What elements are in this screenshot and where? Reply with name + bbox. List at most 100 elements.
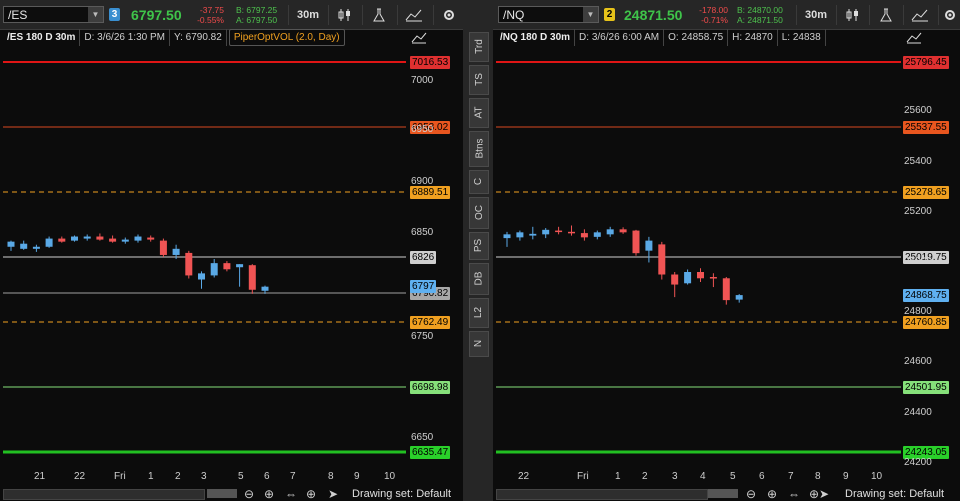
time-axis[interactable]: 22 Fri 1 2 3 4 5 6 7 8 9 10 <box>493 466 960 486</box>
crosshair-icon[interactable]: ⊕ <box>306 487 316 501</box>
candle-body[interactable] <box>20 243 28 249</box>
side-tab-trd[interactable]: Trd <box>469 32 489 62</box>
candle-body[interactable] <box>159 240 167 255</box>
candle-body[interactable] <box>684 272 692 284</box>
last-price-tag: 6797 <box>410 280 437 293</box>
symbol-input[interactable]: /NQ ▼ <box>498 6 599 23</box>
side-tab-ts[interactable]: TS <box>469 65 489 95</box>
candle-body[interactable] <box>147 237 155 240</box>
chevron-down-icon[interactable]: ▼ <box>88 7 103 22</box>
side-tab-l2[interactable]: L2 <box>469 298 489 328</box>
side-tab-n[interactable]: N <box>469 331 489 357</box>
zoom-fit-icon[interactable]: ⇔ <box>788 487 800 501</box>
chevron-down-icon[interactable]: ▼ <box>583 7 598 22</box>
horizontal-scrollbar[interactable] <box>3 489 205 500</box>
y-axis-label: 24600 <box>904 356 932 368</box>
drawings-icon[interactable] <box>903 5 936 25</box>
scrollbar-thumb[interactable] <box>708 489 738 498</box>
candle-body[interactable] <box>619 229 627 233</box>
side-tab-ps[interactable]: PS <box>469 232 489 260</box>
settings-icon[interactable] <box>938 5 960 25</box>
bid-value: B: 24870.00 <box>737 5 783 15</box>
candle-body[interactable] <box>172 248 180 255</box>
settings-icon[interactable] <box>433 5 464 25</box>
drawing-set-label[interactable]: Drawing set: Default <box>352 488 451 500</box>
candle-body[interactable] <box>185 252 193 276</box>
candle-body[interactable] <box>121 239 129 242</box>
candle-body[interactable] <box>580 233 588 238</box>
candle-body[interactable] <box>593 232 601 237</box>
candle-body[interactable] <box>555 230 563 233</box>
ohlc-open: O: 24858.75 <box>664 29 729 46</box>
side-tab-c[interactable]: C <box>469 170 489 194</box>
candle-body[interactable] <box>83 236 91 239</box>
candle-body[interactable] <box>722 278 730 301</box>
price-plot[interactable] <box>493 46 960 466</box>
candle-body[interactable] <box>109 238 117 242</box>
candle-body[interactable] <box>58 238 66 242</box>
candle-body[interactable] <box>223 263 231 270</box>
candle-body[interactable] <box>71 236 78 241</box>
candle-body[interactable] <box>542 229 550 235</box>
drawing-tool-icon[interactable] <box>411 31 427 44</box>
candle-body[interactable] <box>709 277 717 279</box>
price-plot[interactable] <box>0 46 463 466</box>
scrollbar-thumb[interactable] <box>207 489 237 498</box>
zoom-fit-icon[interactable]: ⇔ <box>285 487 297 501</box>
crosshair-icon[interactable]: ⊕ <box>809 487 819 501</box>
x-axis-label: 6 <box>264 471 270 482</box>
symbol-input[interactable]: /ES ▼ <box>3 6 104 23</box>
candle-body[interactable] <box>32 246 40 249</box>
candle-body[interactable] <box>134 236 142 241</box>
candle-style-icon[interactable] <box>836 5 869 25</box>
candle-body[interactable] <box>568 231 575 234</box>
cursor-icon[interactable]: ➤ <box>819 487 829 501</box>
study-label[interactable]: PiperOptVOL (2.0, Day) <box>228 29 345 46</box>
cursor-icon[interactable]: ➤ <box>328 487 338 501</box>
candle-body[interactable] <box>198 273 205 280</box>
link-badge[interactable]: 2 <box>604 8 615 21</box>
zoom-out-icon[interactable]: ⊖ <box>746 487 756 501</box>
ohlc-high: H: 24870 <box>728 29 778 46</box>
studies-flask-icon[interactable] <box>869 5 902 25</box>
drawing-tool-icon[interactable] <box>906 31 922 44</box>
zoom-out-icon[interactable]: ⊖ <box>244 487 254 501</box>
x-axis-label: 8 <box>328 471 334 482</box>
studies-flask-icon[interactable] <box>362 5 395 25</box>
candle-body[interactable] <box>516 232 524 238</box>
drawings-icon[interactable] <box>397 5 430 25</box>
candle-body[interactable] <box>236 264 244 268</box>
side-tab-btns[interactable]: Btns <box>469 131 489 167</box>
chart-toolbar: /NQ ▼ 2 24871.50 -178.00 -0.71% B: 24870… <box>493 0 960 30</box>
candle-body[interactable] <box>606 229 614 235</box>
zoom-in-icon[interactable]: ⊕ <box>264 487 274 501</box>
horizontal-scrollbar[interactable] <box>496 489 708 500</box>
candle-body[interactable] <box>96 236 104 240</box>
time-axis[interactable]: 21 22 Fri 1 2 3 5 6 7 8 9 10 <box>0 466 463 486</box>
candle-body[interactable] <box>735 295 743 300</box>
side-tab-at[interactable]: AT <box>469 98 489 128</box>
candle-body[interactable] <box>671 274 679 285</box>
ask-value: A: 6797.50 <box>236 15 278 25</box>
candle-body[interactable] <box>210 263 218 276</box>
candle-body[interactable] <box>697 272 704 279</box>
candle-body[interactable] <box>248 265 256 290</box>
candle-body[interactable] <box>632 230 640 254</box>
link-badge[interactable]: 3 <box>109 8 120 21</box>
side-tab-db[interactable]: DB <box>469 263 489 295</box>
side-tab-oc[interactable]: OC <box>469 197 489 229</box>
candle-body[interactable] <box>658 244 666 275</box>
candle-body[interactable] <box>45 238 53 247</box>
zoom-in-icon[interactable]: ⊕ <box>767 487 777 501</box>
candle-body[interactable] <box>7 241 15 247</box>
drawing-set-label[interactable]: Drawing set: Default <box>845 488 944 500</box>
net-change-value: -178.00 <box>699 5 728 15</box>
timeframe-button[interactable]: 30m <box>288 5 327 25</box>
candle-style-icon[interactable] <box>328 5 361 25</box>
candle-body[interactable] <box>645 240 653 251</box>
candle-body[interactable] <box>261 286 269 291</box>
candle-body[interactable] <box>503 234 511 239</box>
timeframe-button[interactable]: 30m <box>796 5 835 25</box>
candle-body[interactable] <box>529 233 537 236</box>
side-tab-label: Trd <box>473 39 485 54</box>
